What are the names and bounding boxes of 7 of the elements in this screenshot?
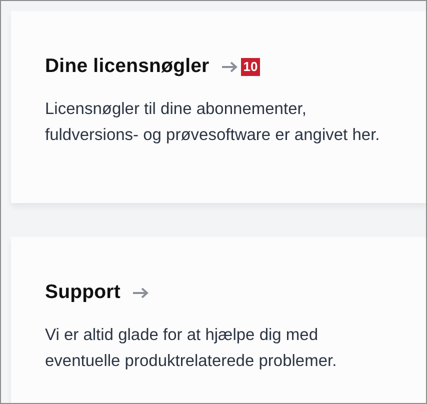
arrow-icon[interactable] xyxy=(221,60,240,72)
arrow-icon[interactable] xyxy=(132,286,150,298)
card-description: Licensnøgler til dine abonnementer, fuldversions- og prøvesoftware er angivet her. xyxy=(45,99,381,146)
card-title[interactable]: Dine licensnøgler xyxy=(45,55,210,78)
card-description: Vi er altid glade for at hjælpe dig med eventuelle produktrelaterede problemer. xyxy=(45,325,338,372)
count-badge: 10 xyxy=(241,58,260,76)
card-title[interactable]: Support xyxy=(45,281,120,304)
